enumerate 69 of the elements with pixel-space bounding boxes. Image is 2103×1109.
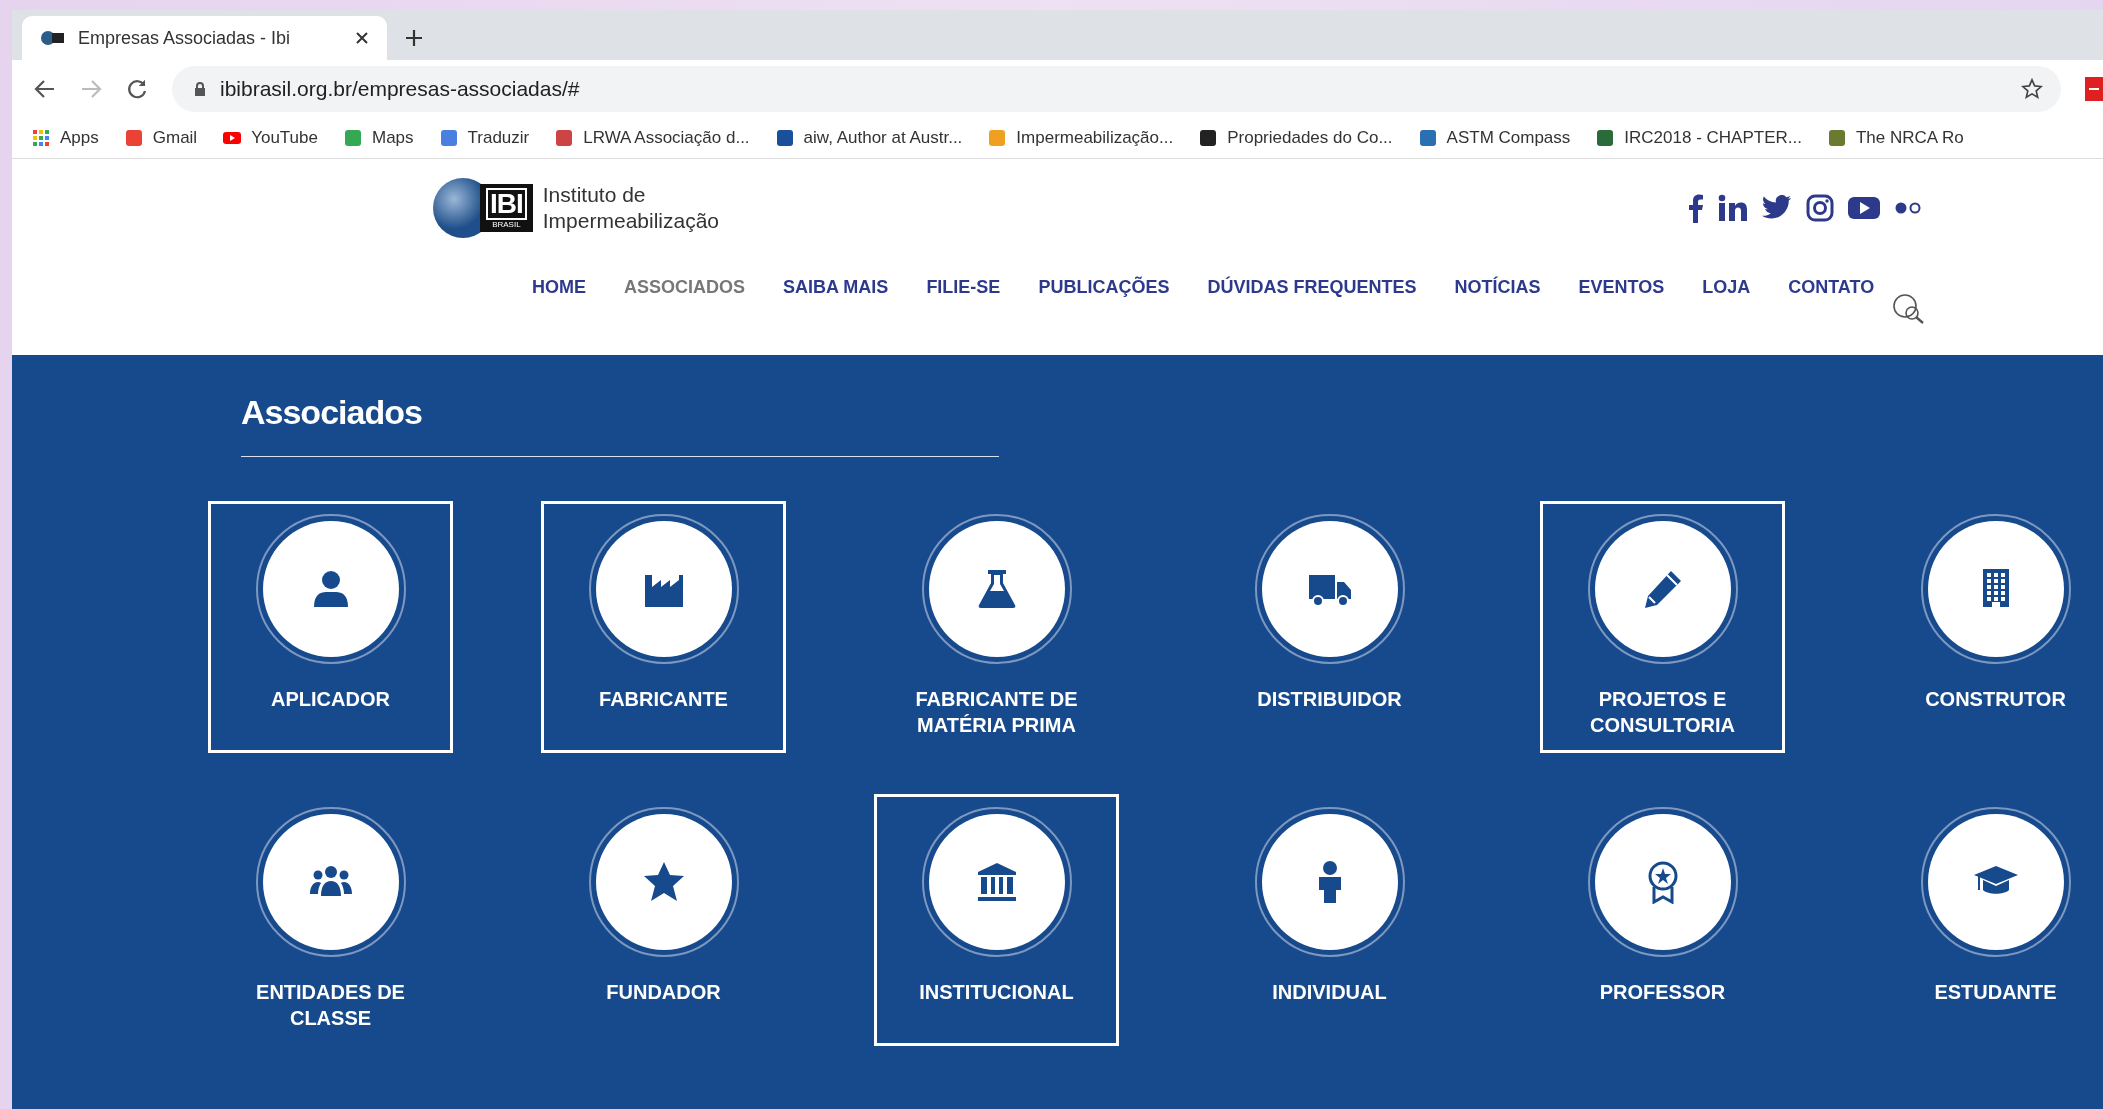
category-link[interactable]: INDIVIDUAL <box>1207 794 1452 1046</box>
bookmark[interactable]: aiw, Author at Austr... <box>775 128 963 148</box>
bookmark-favicon-icon <box>1827 129 1846 147</box>
category-link[interactable]: FABRICANTE DE MATÉRIA PRIMA <box>874 501 1119 753</box>
linkedin-icon[interactable] <box>1718 194 1748 222</box>
site-favicon-icon <box>40 30 66 46</box>
address-field[interactable]: ibibrasil.org.br/empresas-associadas/# <box>172 66 2061 112</box>
lock-icon <box>194 81 206 97</box>
facebook-icon[interactable] <box>1688 193 1704 223</box>
category-link[interactable]: ENTIDADES DE CLASSE <box>208 794 453 1046</box>
category-link[interactable]: FUNDADOR <box>541 794 786 1046</box>
category-link[interactable]: CONSTRUTOR <box>1873 501 2103 753</box>
flickr-icon[interactable] <box>1894 201 1922 215</box>
bookmark-favicon-icon <box>555 129 574 147</box>
instagram-icon[interactable] <box>1806 194 1834 222</box>
bookmark-favicon-icon <box>439 129 458 147</box>
bookmark-favicon-icon <box>1199 129 1218 147</box>
nav-link[interactable]: PUBLICAÇÕES <box>1038 277 1170 298</box>
bookmark-favicon-icon <box>32 129 50 147</box>
bookmark-favicon-icon <box>775 129 794 147</box>
tab-title: Empresas Associadas - Ibi <box>78 27 292 49</box>
bookmark[interactable]: YouTube <box>223 128 318 148</box>
nav-link[interactable]: EVENTOS <box>1578 277 1665 298</box>
bookmark[interactable]: Propriedades do Co... <box>1199 128 1393 148</box>
category-link[interactable]: DISTRIBUIDOR <box>1207 501 1452 753</box>
back-icon[interactable] <box>34 79 56 99</box>
bookmark[interactable]: Maps <box>343 128 414 148</box>
bookmark[interactable]: The NRCA Ro <box>1827 128 1964 148</box>
category-link[interactable]: PROFESSOR <box>1540 794 1785 1046</box>
bookmark-favicon-icon <box>343 129 362 147</box>
bookmark[interactable]: ASTM Compass <box>1418 128 1571 148</box>
close-icon[interactable] <box>355 31 369 45</box>
reload-icon[interactable] <box>126 78 148 100</box>
category-link[interactable]: ESTUDANTE <box>1873 794 2103 1046</box>
bookmark-favicon-icon <box>988 129 1007 147</box>
nav-link[interactable]: HOME <box>532 277 586 298</box>
logo-text: Instituto de <box>542 182 647 208</box>
bookmark[interactable]: Traduzir <box>439 128 530 148</box>
nav-link[interactable]: LOJA <box>1702 277 1751 298</box>
logo-subtext: BRASIL <box>492 220 521 230</box>
url-text: ibibrasil.org.br/empresas-associadas/# <box>220 77 581 101</box>
category-link[interactable]: FABRICANTE <box>541 501 786 753</box>
bookmark[interactable]: IRC2018 - CHAPTER... <box>1596 128 1802 148</box>
twitter-icon[interactable] <box>1762 195 1792 221</box>
bookmark[interactable]: Gmail <box>124 128 198 148</box>
new-tab-icon[interactable] <box>405 29 423 47</box>
nav-link[interactable]: NOTÍCIAS <box>1454 277 1541 298</box>
category-link[interactable]: PROJETOS E CONSULTORIA <box>1540 501 1785 753</box>
bookmark-favicon-icon <box>223 129 242 147</box>
nav-link[interactable]: FILIE-SE <box>926 277 1001 298</box>
section-title: Associados <box>241 393 423 432</box>
youtube-icon[interactable] <box>1848 196 1880 220</box>
browser-tab[interactable]: Empresas Associadas - Ibi <box>22 16 387 60</box>
nav-link[interactable]: SAIBA MAIS <box>783 277 889 298</box>
nav-link[interactable]: DÚVIDAS FREQUENTES <box>1207 277 1417 298</box>
bookmark[interactable]: Apps <box>32 128 99 148</box>
nav-link[interactable]: CONTATO <box>1788 277 1875 298</box>
bookmark[interactable]: LRWA Associação d... <box>555 128 750 148</box>
extension-icon[interactable] <box>2085 77 2103 101</box>
category-link[interactable]: INSTITUCIONAL <box>874 794 1119 1046</box>
bookmark-favicon-icon <box>124 129 143 147</box>
bookmark-favicon-icon <box>1418 129 1437 147</box>
logo-text: Impermeabilização <box>542 208 720 234</box>
star-icon[interactable] <box>2021 78 2043 100</box>
bookmark[interactable]: Impermeabilização... <box>988 128 1174 148</box>
bookmark-favicon-icon <box>1596 129 1615 147</box>
nav-link[interactable]: ASSOCIADOS <box>624 277 746 298</box>
category-link[interactable]: APLICADOR <box>208 501 453 753</box>
logo-mark: IBI <box>486 188 527 220</box>
